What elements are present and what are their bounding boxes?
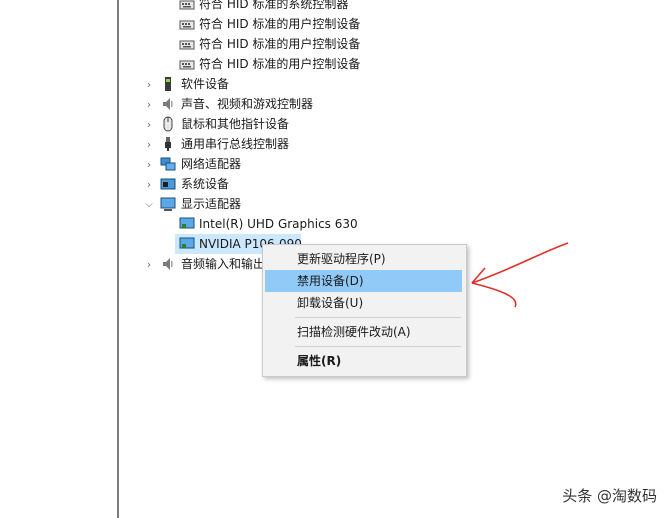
menu-item-update-driver[interactable]: 更新驱动程序(P) bbox=[265, 248, 462, 270]
hid-device-icon bbox=[179, 20, 195, 30]
chevron-right-icon[interactable]: › bbox=[142, 94, 156, 114]
chevron-right-icon[interactable]: › bbox=[142, 154, 156, 174]
system-device-icon bbox=[160, 178, 176, 190]
tree-category-label: 系统设备 bbox=[181, 177, 230, 191]
chevron-right-icon[interactable]: › bbox=[142, 254, 156, 274]
display-adapter-icon bbox=[179, 237, 195, 249]
chevron-right-icon[interactable]: › bbox=[142, 74, 156, 94]
menu-item-scan-hardware[interactable]: 扫描检测硬件改动(A) bbox=[265, 321, 462, 343]
menu-item-uninstall-device[interactable]: 卸载设备(U) bbox=[265, 292, 462, 314]
chevron-right-icon[interactable]: › bbox=[142, 114, 156, 134]
tree-item-label: 符合 HID 标准的用户控制设备 bbox=[199, 17, 361, 31]
tree-category-label: 网络适配器 bbox=[181, 157, 242, 171]
menu-separator bbox=[295, 346, 461, 347]
mouse-icon bbox=[163, 116, 173, 132]
tree-category-label: 软件设备 bbox=[181, 77, 230, 91]
tree-category-label: 鼠标和其他指针设备 bbox=[181, 117, 290, 131]
tree-item-label: 符合 HID 标准的用户控制设备 bbox=[199, 37, 361, 51]
context-menu: 更新驱动程序(P) 禁用设备(D) 卸载设备(U) 扫描检测硬件改动(A) 属性… bbox=[262, 244, 467, 377]
tree-item-label: 符合 HID 标准的系统控制器 bbox=[199, 0, 349, 11]
tree-item-label: Intel(R) UHD Graphics 630 bbox=[199, 217, 358, 231]
left-pane-edge bbox=[0, 0, 119, 518]
menu-separator bbox=[295, 317, 461, 318]
display-adapter-icon bbox=[160, 197, 176, 211]
hid-device-icon bbox=[179, 0, 195, 10]
watermark: 头条 @淘数码 bbox=[562, 487, 657, 505]
chevron-right-icon[interactable]: › bbox=[142, 174, 156, 194]
hid-device-icon bbox=[179, 60, 195, 70]
tree-item-label: 符合 HID 标准的用户控制设备 bbox=[199, 57, 361, 71]
tree-category-label: 显示适配器 bbox=[181, 197, 242, 211]
network-icon bbox=[160, 157, 176, 171]
tree-category-label: 音频输入和输出 bbox=[181, 257, 266, 271]
speaker-icon bbox=[163, 258, 173, 270]
hid-device-icon bbox=[179, 40, 195, 50]
menu-item-properties[interactable]: 属性(R) bbox=[265, 350, 462, 372]
chevron-right-icon[interactable]: › bbox=[142, 134, 156, 154]
display-adapter-icon bbox=[179, 217, 195, 229]
menu-item-disable-device[interactable]: 禁用设备(D) bbox=[265, 270, 462, 292]
chevron-down-icon[interactable]: ⌵ bbox=[142, 194, 156, 214]
tree-category-label: 通用串行总线控制器 bbox=[181, 137, 290, 151]
speaker-icon bbox=[163, 98, 173, 110]
chip-icon bbox=[165, 77, 171, 91]
usb-icon bbox=[165, 137, 171, 151]
tree-category-label: 声音、视频和游戏控制器 bbox=[181, 97, 314, 111]
annotation-arrow-icon bbox=[471, 242, 569, 308]
